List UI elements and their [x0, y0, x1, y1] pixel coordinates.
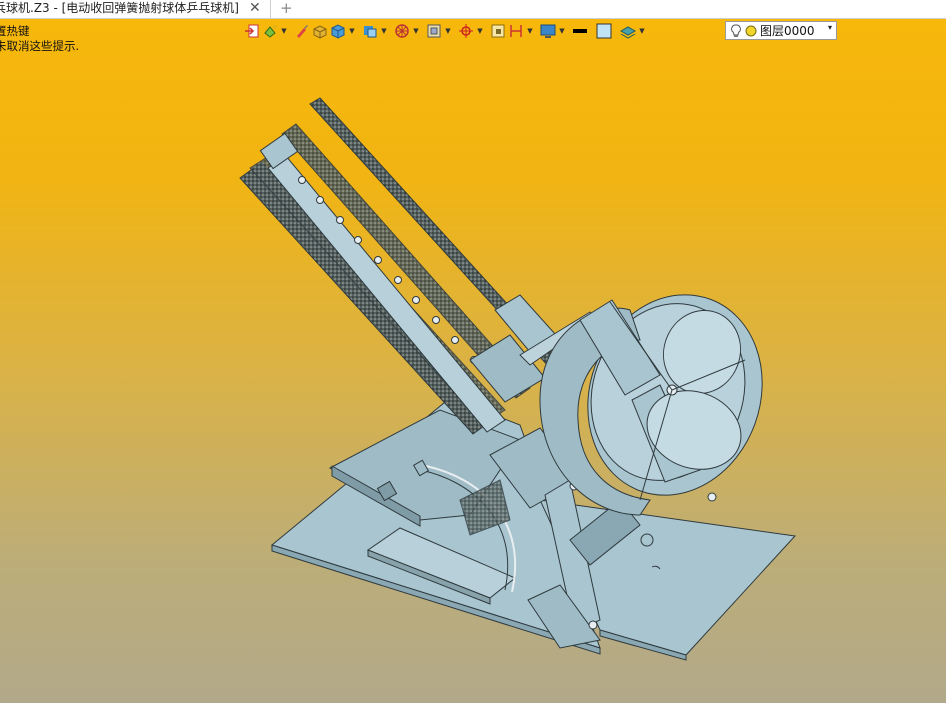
- guide-rod: [267, 155, 506, 433]
- model-viewport[interactable]: [0, 0, 946, 703]
- ping-pong-machine-model: [239, 97, 797, 661]
